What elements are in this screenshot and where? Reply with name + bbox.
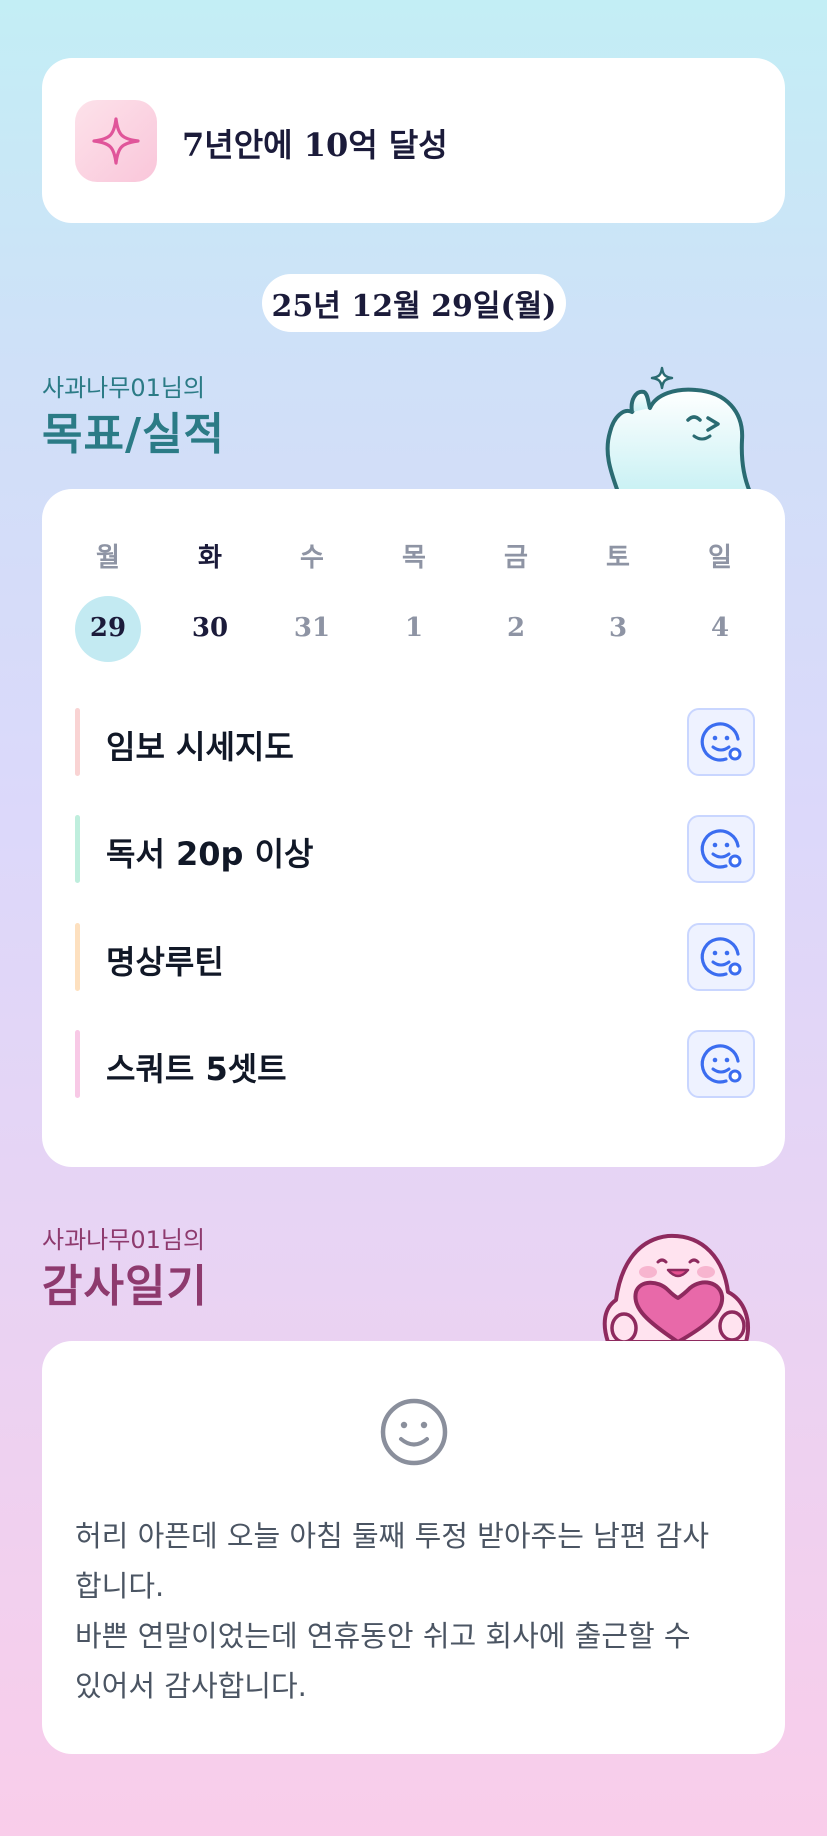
- goal-text: 7년안에 10억 달성: [182, 126, 448, 164]
- task-item: 독서 20p 이상: [75, 815, 755, 883]
- task-item: 임보 시세지도: [75, 708, 755, 776]
- date-cell[interactable]: 3: [568, 613, 668, 643]
- task-mood-button[interactable]: [687, 815, 755, 883]
- sparkle-icon: [75, 100, 157, 182]
- date-cell[interactable]: 30: [160, 613, 260, 643]
- weekday-sat: 토: [606, 543, 630, 573]
- task-color-bar: [75, 708, 80, 776]
- date-cell[interactable]: 2: [466, 613, 566, 643]
- smile-add-icon: [700, 829, 742, 869]
- task-item: 스쿼트 5셋트: [75, 1030, 755, 1098]
- task-mood-button[interactable]: [687, 1030, 755, 1098]
- date-selector[interactable]: 25년 12월 29일(월): [262, 274, 566, 332]
- task-label: 스쿼트 5셋트: [106, 1050, 287, 1088]
- date-cell[interactable]: 4: [670, 613, 770, 643]
- task-label: 임보 시세지도: [106, 728, 294, 766]
- gratitude-entry-text: 허리 아픈데 오늘 아침 둘째 투정 받아주는 남편 감사 합니다. 바쁜 연말…: [75, 1519, 710, 1703]
- smile-add-icon: [700, 1044, 742, 1084]
- date-cell[interactable]: 29: [58, 613, 158, 643]
- date-label: 25년 12월 29일(월): [271, 289, 557, 324]
- weekday-tue: 화: [198, 543, 222, 573]
- weekday-wed: 수: [300, 543, 324, 573]
- goal-card[interactable]: 7년안에 10억 달성: [42, 58, 785, 223]
- goals-card: 월 화 수 목 금 토 일 29 30 31 1 2 3 4 임보 시세지도 독…: [42, 489, 785, 1167]
- date-cell[interactable]: 1: [364, 613, 464, 643]
- gratitude-card[interactable]: 허리 아픈데 오늘 아침 둘째 투정 받아주는 남편 감사 합니다. 바쁜 연말…: [42, 1341, 785, 1754]
- task-color-bar: [75, 923, 80, 991]
- weekday-sun: 일: [708, 543, 732, 573]
- task-mood-button[interactable]: [687, 708, 755, 776]
- weekday-fri: 금: [504, 543, 528, 573]
- smile-add-icon: [700, 937, 742, 977]
- smile-add-icon: [700, 722, 742, 762]
- gratitude-section-title: 감사일기: [42, 1261, 208, 1312]
- task-color-bar: [75, 815, 80, 883]
- task-item: 명상루틴: [75, 923, 755, 991]
- date-row: 29 30 31 1 2 3 4: [42, 613, 785, 673]
- goals-section-title: 목표/실적: [42, 409, 225, 460]
- mascot-heart-illustration: [598, 1216, 758, 1344]
- task-label: 명상루틴: [106, 943, 224, 981]
- weekday-thu: 목: [402, 543, 426, 573]
- task-label: 독서 20p 이상: [106, 835, 314, 873]
- mascot-thumbs-up-illustration: [596, 360, 756, 494]
- task-mood-button[interactable]: [687, 923, 755, 991]
- smile-face-icon: [379, 1397, 449, 1467]
- date-cell[interactable]: 31: [262, 613, 362, 643]
- weekday-header-row: 월 화 수 목 금 토 일: [42, 537, 785, 597]
- weekday-mon: 월: [96, 543, 120, 573]
- task-color-bar: [75, 1030, 80, 1098]
